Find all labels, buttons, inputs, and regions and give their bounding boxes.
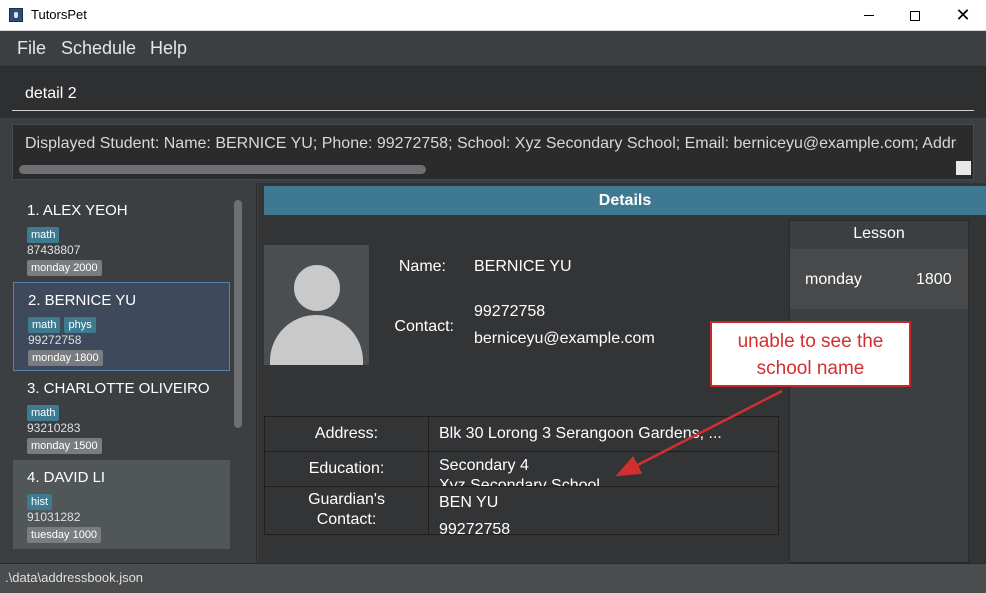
lesson-row: monday 1800 [790, 249, 968, 309]
contact-label: Contact: [394, 318, 454, 335]
student-phone: 99272758 [28, 333, 82, 347]
student-phone: 87438807 [27, 243, 81, 257]
result-text: Displayed Student: Name: BERNICE YU; Pho… [25, 135, 957, 152]
name-label: Name: [398, 258, 446, 275]
close-button[interactable]: ✕ [940, 0, 986, 31]
annotation-callout: unable to see the school name [710, 321, 911, 387]
app-icon [9, 8, 23, 22]
lesson-badge: tuesday 1000 [27, 527, 102, 543]
command-input[interactable] [12, 77, 974, 111]
lesson-panel: Lesson monday 1800 [789, 220, 969, 563]
student-name: 3. CHARLOTTE OLIVEIRO [27, 380, 210, 397]
tag-list: math [27, 403, 63, 421]
minimize-icon [864, 15, 874, 17]
lesson-badge: monday 2000 [27, 260, 102, 276]
address-row: Address: Blk 30 Lorong 3 Serangoon Garde… [265, 417, 778, 452]
tag-list: hist [27, 492, 56, 510]
avatar-head-icon [291, 262, 343, 314]
subject-tag: math [28, 317, 61, 333]
student-name: 1. ALEX YEOH [27, 202, 128, 219]
guardian-label-line1: Guardian's [308, 491, 385, 508]
student-name: 4. DAVID LI [27, 469, 106, 486]
guardian-label: Guardian's Contact: [265, 487, 429, 534]
title-bar: TutorsPet ✕ [0, 0, 986, 31]
lesson-badge: monday 1800 [28, 350, 103, 366]
lesson-badge: monday 1500 [27, 438, 102, 454]
student-card[interactable]: 3. CHARLOTTE OLIVEIRO math 93210283 mond… [13, 371, 230, 460]
menu-bar: File Schedule Help [0, 31, 986, 66]
lesson-title: Lesson [853, 225, 905, 242]
subject-tag: hist [27, 494, 53, 510]
student-list: 1. ALEX YEOH math 87438807 monday 2000 2… [13, 193, 230, 563]
lesson-day: monday [805, 271, 862, 288]
subject-tag: math [27, 227, 60, 243]
student-name: 2. BERNICE YU [28, 292, 137, 309]
menu-help[interactable]: Help [150, 38, 187, 59]
address-label: Address: [265, 417, 429, 451]
student-name-value: BERNICE YU [474, 258, 572, 275]
phone-value: 99272758 [474, 303, 546, 320]
scroll-corner [956, 161, 971, 175]
guardian-name: BEN YU [439, 494, 499, 511]
status-bar: .\data\addressbook.json [0, 563, 986, 593]
student-card-selected[interactable]: 2. BERNICE YU math phys 99272758 monday 1… [13, 282, 230, 371]
address-value: Blk 30 Lorong 3 Serangoon Gardens, ... [439, 425, 722, 442]
student-phone: 93210283 [27, 421, 81, 435]
guardian-phone: 99272758 [439, 521, 511, 538]
avatar-body-icon [270, 315, 363, 365]
info-table: Address: Blk 30 Lorong 3 Serangoon Garde… [264, 416, 779, 538]
education-value: Secondary 4 Xyz Secondary School [439, 456, 774, 486]
avatar [264, 245, 369, 365]
guardian-value: BEN YU 99272758 [439, 489, 510, 543]
education-row: Education: Secondary 4 Xyz Secondary Sch… [265, 452, 778, 487]
maximize-button[interactable] [892, 0, 938, 31]
education-label: Education: [265, 452, 429, 486]
close-icon: ✕ [955, 5, 971, 25]
lesson-time: 1800 [916, 271, 952, 288]
command-box [0, 66, 986, 118]
student-card[interactable]: 4. DAVID LI hist 91031282 tuesday 1000 [13, 460, 230, 549]
education-level: Secondary 4 [439, 457, 529, 474]
result-display[interactable]: Displayed Student: Name: BERNICE YU; Pho… [12, 124, 974, 180]
subject-tag: phys [64, 317, 96, 333]
annotation-line1: unable to see the [737, 331, 884, 352]
guardian-label-line2: Contact: [316, 511, 377, 528]
guardian-row: Guardian's Contact: BEN YU 99272758 [265, 487, 778, 538]
horizontal-scrollbar[interactable] [19, 165, 426, 174]
subject-tag: math [27, 405, 60, 421]
email-value: berniceyu@example.com [474, 330, 655, 347]
annotation-line2: school name [756, 358, 865, 379]
save-location: .\data\addressbook.json [5, 570, 144, 585]
student-card[interactable]: 1. ALEX YEOH math 87438807 monday 2000 [13, 193, 230, 282]
tag-list: math [27, 225, 63, 243]
tag-list: math phys [28, 315, 100, 333]
school-name-clipped: Xyz Secondary School [439, 477, 600, 486]
minimize-button[interactable] [846, 0, 892, 31]
student-phone: 91031282 [27, 510, 81, 524]
result-display-area: Displayed Student: Name: BERNICE YU; Pho… [0, 118, 986, 183]
vertical-scrollbar[interactable] [234, 200, 242, 428]
details-header: Details [264, 186, 986, 215]
window-title: TutorsPet [31, 7, 87, 22]
student-list-panel: 1. ALEX YEOH math 87438807 monday 2000 2… [0, 183, 257, 563]
menu-file[interactable]: File [17, 38, 46, 59]
maximize-icon [910, 10, 920, 21]
menu-schedule[interactable]: Schedule [61, 38, 136, 59]
